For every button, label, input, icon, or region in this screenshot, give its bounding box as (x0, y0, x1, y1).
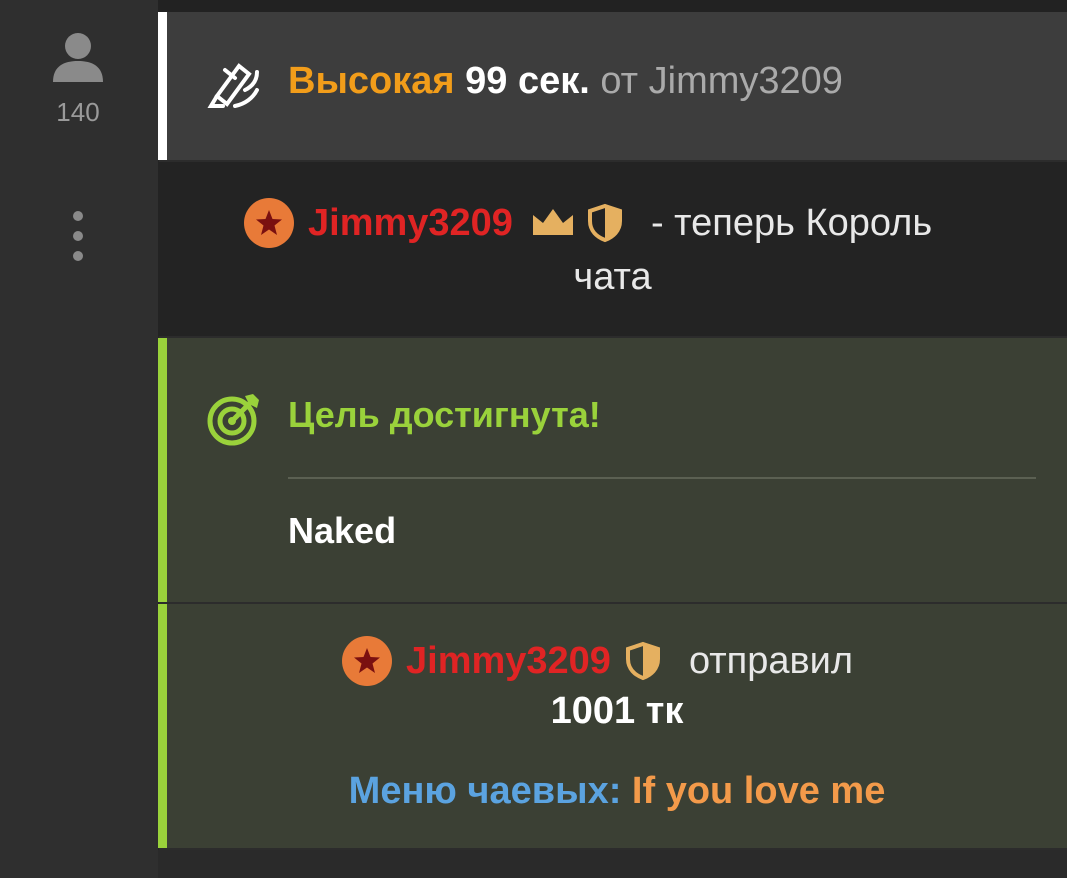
shield-icon (625, 641, 661, 681)
goal-title: Цель достигнута! (288, 394, 601, 435)
tip-menu-item: If you love me (631, 770, 886, 812)
divider (288, 477, 1036, 479)
boost-text: Высокая 99 сек. от Jimmy3209 (288, 60, 843, 103)
boost-message: Высокая 99 сек. от Jimmy3209 (158, 12, 1067, 160)
star-badge-icon (342, 636, 392, 686)
king-username[interactable]: Jimmy3209 (308, 202, 513, 245)
tip-menu-line: Меню чаевых: If you love me (167, 770, 1067, 813)
tip-message: Jimmy3209 отправил 1001 тк Меню чаевых: … (158, 604, 1067, 848)
priority-label: Высокая (288, 60, 455, 102)
boost-username[interactable]: Jimmy3209 (649, 60, 843, 102)
tip-amount: 1001 тк (550, 690, 684, 732)
goal-message: Цель достигнута! Naked (158, 338, 1067, 602)
input-bar-edge (158, 850, 1067, 878)
target-icon (205, 390, 263, 453)
tip-menu-label: Меню чаевых: (348, 770, 622, 812)
from-label: от (600, 60, 639, 102)
crown-icon (529, 205, 577, 241)
king-text-continued: чата (573, 256, 652, 298)
user-icon[interactable] (48, 30, 108, 91)
previous-message-edge (158, 0, 1067, 12)
sidebar: 140 (0, 0, 159, 878)
king-text: - теперь Король (650, 201, 933, 244)
viewer-count: 140 (56, 97, 100, 127)
vertical-dots-icon[interactable] (66, 210, 90, 262)
tip-username[interactable]: Jimmy3209 (406, 640, 611, 683)
rocket-icon (205, 56, 261, 121)
goal-description: Naked (288, 510, 397, 551)
duration-label: 99 сек. (465, 60, 590, 102)
shield-icon (587, 203, 623, 243)
chat-king-message: Jimmy3209 - теперь Король чата (158, 162, 1067, 336)
tip-action: отправил (688, 639, 854, 682)
star-badge-icon (244, 198, 294, 248)
